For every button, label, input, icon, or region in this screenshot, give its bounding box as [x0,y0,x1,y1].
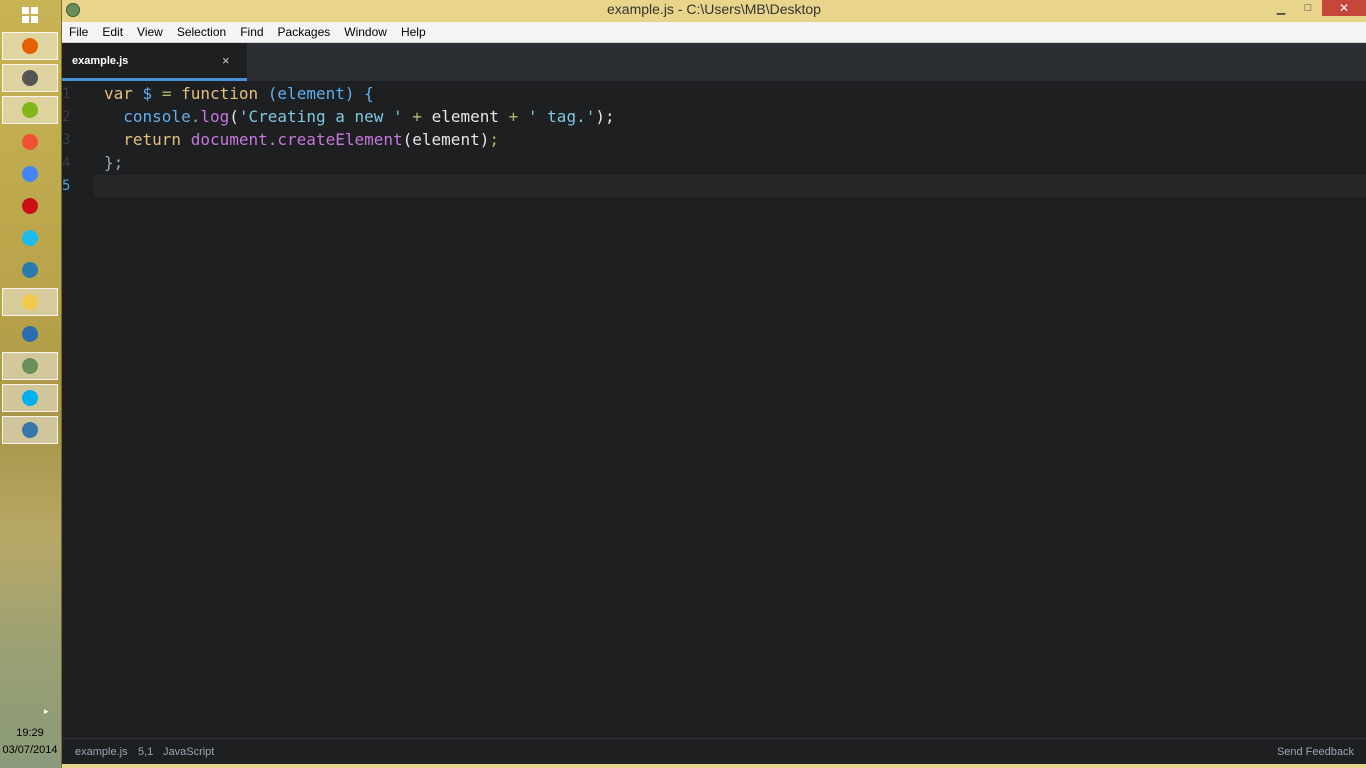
menu-edit[interactable]: Edit [95,22,130,43]
send-feedback-link[interactable]: Send Feedback [1277,746,1354,758]
skype-icon [22,390,38,406]
tab-label: example.js [72,55,129,67]
line-number-gutter: 1 2 3 4 5 [62,81,94,738]
network-app-icon [22,262,38,278]
code-token: document [190,130,268,149]
chrome-icon [22,166,38,182]
code-token: . [190,107,201,126]
menu-selection[interactable]: Selection [170,22,233,43]
code-line[interactable]: console.log('Creating a new ' + element … [104,106,615,128]
line-number: 2 [62,109,71,125]
status-file-name[interactable]: example.js [75,746,128,758]
python-icon [22,422,38,438]
taskbar-app-button[interactable] [2,256,58,284]
code-token: ; [489,130,499,149]
code-token: ' tag.' [527,107,596,126]
code-line[interactable]: var $ = function (element) { [104,83,374,105]
maximize-button[interactable]: □ [1295,0,1321,16]
taskbar-app-button[interactable] [2,160,58,188]
menu-find[interactable]: Find [233,22,270,43]
taskbar-app-button[interactable] [2,352,58,380]
code-token: + [499,107,528,126]
code-token: (element) { [258,84,374,103]
taskbar-app-button[interactable] [2,288,58,316]
atom-icon [22,358,38,374]
firefox-icon [22,38,38,54]
code-token: 'Creating a new ' [238,107,403,126]
code-editor[interactable]: 1 2 3 4 5 var $ = function (element) { conso… [62,81,1366,738]
code-token: return [123,130,182,149]
code-token: ( [229,107,239,126]
line-number: 5 [62,178,71,194]
taskbar-app-button[interactable] [2,192,58,220]
tab-close-icon[interactable]: × [222,53,230,68]
tab-bar: example.js × [62,43,1366,81]
control-panel-icon [22,326,38,342]
tray-expand-icon[interactable]: ▸ [44,706,49,717]
taskbar-app-button[interactable] [2,128,58,156]
spotify-icon [22,102,38,118]
status-cursor-position[interactable]: 5,1 [138,746,153,758]
code-line[interactable]: }; [104,152,123,174]
taskbar: ▸ 19:29 03/07/2014 [0,0,62,768]
taskbar-app-button[interactable] [2,384,58,412]
opera-icon [22,198,38,214]
code-token: $ [142,84,153,103]
git-icon [22,134,38,150]
taskbar-app-button[interactable] [2,64,58,92]
menu-packages[interactable]: Packages [271,22,338,43]
menu-view[interactable]: View [130,22,170,43]
code-token: function [181,84,259,103]
close-button[interactable]: ✕ [1322,0,1366,16]
code-token: (element) [402,130,490,149]
monitor-app-icon [22,70,38,86]
code-token: . [267,130,278,149]
code-token: }; [104,153,124,172]
line-number: 4 [62,155,71,171]
taskbar-app-button[interactable] [2,224,58,252]
code-token: element [431,107,499,126]
taskbar-app-button[interactable] [2,32,58,60]
taskbar-app-button[interactable] [2,416,58,444]
menu-bar: File Edit View Selection Find Packages W… [62,22,1366,43]
taskbar-app-button[interactable] [2,96,58,124]
taskbar-app-button[interactable] [2,320,58,348]
file-explorer-icon [22,294,38,310]
code-line[interactable]: return document.createElement(element); [104,129,499,151]
clock-time[interactable]: 19:29 [0,727,60,739]
internet-explorer-icon [22,230,38,246]
window-bottom-border [62,764,1366,768]
code-token: + [402,107,432,126]
code-token: = [152,84,182,103]
menu-file[interactable]: File [62,22,95,43]
cursor-line-highlight [62,175,1366,197]
window-titlebar: example.js - C:\Users\MB\Desktop ▁ □ ✕ [62,0,1366,22]
status-grammar[interactable]: JavaScript [163,746,214,758]
line-number: 3 [62,132,71,148]
code-token: createElement [277,130,403,149]
code-token: ); [595,107,615,126]
menu-window[interactable]: Window [337,22,394,43]
code-token: var [104,84,133,103]
windows-start-icon[interactable] [22,7,38,23]
menu-help[interactable]: Help [394,22,433,43]
window-title: example.js - C:\Users\MB\Desktop [607,1,821,17]
code-token: console [123,107,191,126]
minimize-button[interactable]: ▁ [1268,0,1294,16]
line-number: 1 [62,86,71,102]
code-token: log [200,107,230,126]
tab-example-js[interactable]: example.js × [62,43,247,81]
clock-date[interactable]: 03/07/2014 [0,744,60,756]
